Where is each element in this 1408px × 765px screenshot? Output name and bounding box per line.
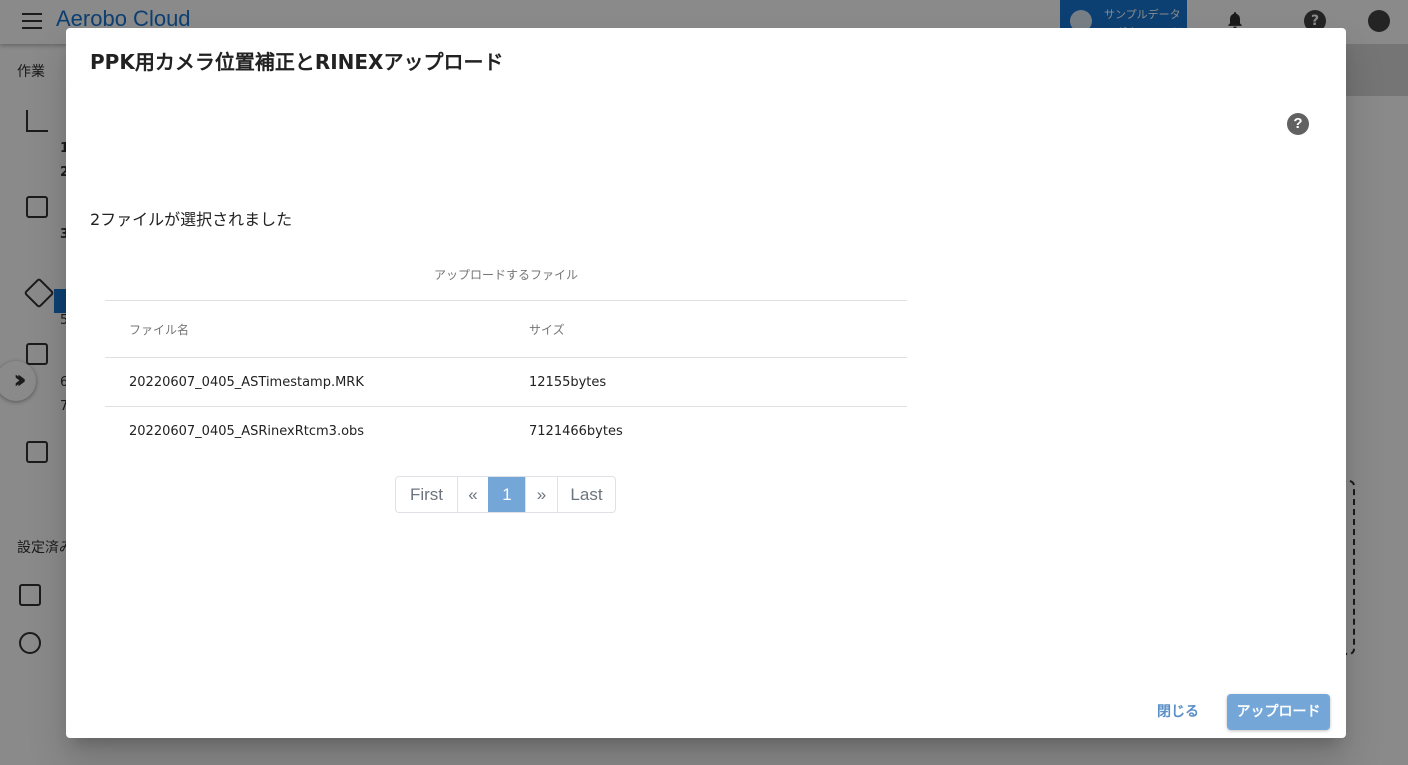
table-row: 20220607_0405_ASTimestamp.MRK 12155bytes <box>105 358 907 407</box>
dialog-title: PPK用カメラ位置補正とRINEXアップロード <box>90 50 504 74</box>
pagination: First « 1 » Last <box>395 476 616 513</box>
upload-file-table: アップロードするファイル ファイル名 サイズ 20220607_0405_AST… <box>105 256 907 456</box>
file-size-cell: 12155bytes <box>529 374 607 390</box>
table-header: ファイル名 サイズ <box>105 301 907 358</box>
table-caption: アップロードするファイル <box>105 256 907 301</box>
pagination-page-1[interactable]: 1 <box>488 477 525 512</box>
pagination-prev[interactable]: « <box>457 477 488 512</box>
close-button[interactable]: 閉じる <box>1144 694 1212 730</box>
column-header-filename: ファイル名 <box>129 322 190 337</box>
file-name-cell: 20220607_0405_ASTimestamp.MRK <box>129 374 364 390</box>
help-icon[interactable]: ? <box>1287 113 1309 135</box>
file-name-cell: 20220607_0405_ASRinexRtcm3.obs <box>129 424 365 439</box>
upload-dialog: PPK用カメラ位置補正とRINEXアップロード ? 2ファイルが選択されました … <box>66 28 1346 738</box>
table-row: 20220607_0405_ASRinexRtcm3.obs 7121466by… <box>105 407 907 456</box>
pagination-next[interactable]: » <box>525 477 557 512</box>
upload-button[interactable]: アップロード <box>1227 694 1330 730</box>
pagination-first[interactable]: First <box>396 477 457 512</box>
selected-files-count: 2ファイルが選択されました <box>90 210 293 229</box>
pagination-last[interactable]: Last <box>557 477 615 512</box>
file-size-cell: 7121466bytes <box>529 424 623 439</box>
column-header-size: サイズ <box>529 322 565 337</box>
